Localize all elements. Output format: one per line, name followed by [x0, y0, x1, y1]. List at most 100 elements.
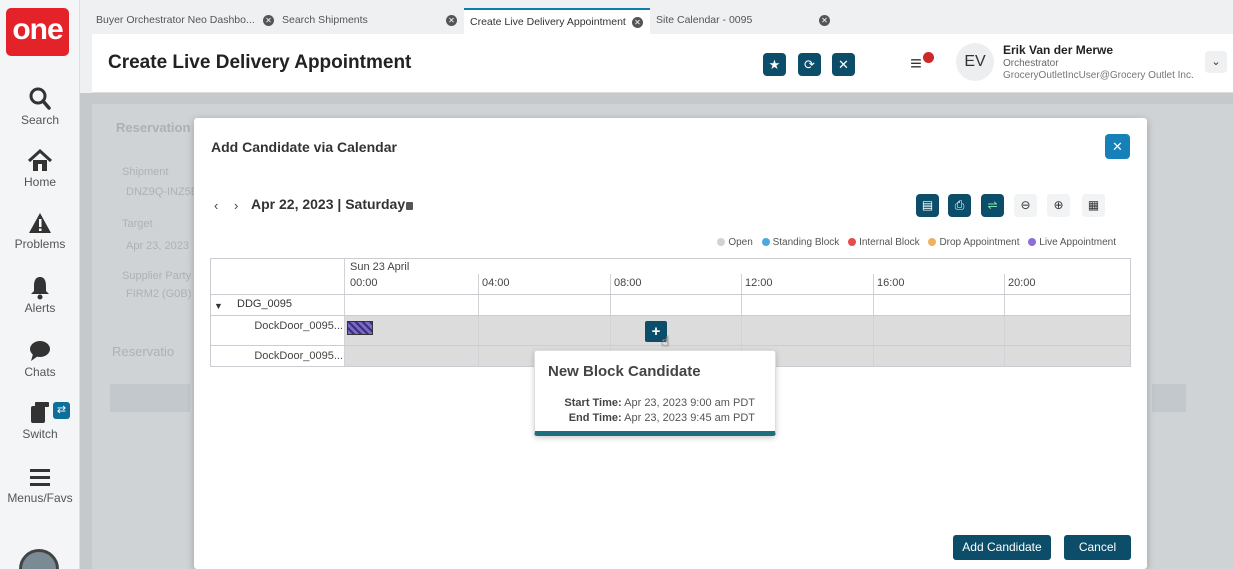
hand-cursor-icon: ☝ [661, 333, 670, 349]
favorite-button[interactable]: ★ [763, 53, 786, 76]
day-label: Sun 23 April [350, 261, 410, 273]
tab-label: Search Shipments [282, 14, 368, 26]
user-email: GroceryOutletIncUser@Grocery Outlet Inc. [1003, 70, 1194, 81]
home-icon [27, 148, 53, 171]
user-role: Orchestrator [1003, 58, 1059, 69]
tooltip-title: New Block Candidate [548, 363, 701, 380]
tab-search-shipments[interactable]: Search Shipments ✕ [276, 8, 462, 34]
close-icon: ✕ [838, 57, 849, 72]
calendar-button[interactable]: ▦ [1082, 194, 1105, 217]
left-nav: one Search Home Problems Alerts Chats Sw… [0, 0, 80, 569]
warning-icon [29, 213, 51, 233]
nav-label: Switch [22, 427, 58, 441]
nav-label: Problems [14, 237, 66, 251]
close-icon[interactable]: ✕ [819, 15, 830, 26]
time-tick: 16:00 [877, 277, 905, 289]
chevron-right-icon: › [234, 198, 239, 213]
user-menu-toggle[interactable]: ⌄ [1205, 51, 1227, 73]
add-candidate-modal: Add Candidate via Calendar ✕ ‹ › Apr 22,… [194, 118, 1147, 569]
refresh-button[interactable]: ⟳ [798, 53, 821, 76]
chat-icon [30, 341, 50, 361]
nav-label: Home [23, 175, 56, 189]
legend-label: Live Appointment [1039, 237, 1116, 248]
grid-row-line [211, 294, 1130, 295]
nav-chats[interactable]: Chats [0, 338, 80, 379]
legend-dot-drop [928, 238, 937, 246]
chevron-left-icon: ‹ [214, 198, 219, 213]
settings-toggle-button[interactable]: ⇌ [981, 194, 1004, 217]
tab-label: Site Calendar - 0095 [656, 14, 753, 26]
cancel-button[interactable]: Cancel [1064, 535, 1131, 560]
page-header: Create Live Delivery Appointment ★ ⟳ ✕ ≡… [92, 34, 1233, 93]
close-icon[interactable]: ✕ [446, 15, 457, 26]
legend-label: Open [728, 237, 753, 248]
zoom-out-button[interactable]: ⊖ [1014, 194, 1037, 217]
legend-dot-live [1028, 238, 1037, 246]
legend-dot-standing [761, 238, 770, 246]
time-tick: 00:00 [350, 277, 378, 289]
legend-label: Internal Block [859, 237, 920, 248]
dock-door-row-label: DockDoor_0095... [254, 350, 343, 362]
plus-icon: + [651, 323, 661, 340]
print-button[interactable]: ⎙ [948, 194, 971, 217]
one-logo[interactable]: one [6, 8, 69, 56]
tooltip-end: End Time: Apr 23, 2023 9:45 am PDT [569, 412, 755, 424]
nav-label: Alerts [24, 301, 56, 315]
legend-dot-open [717, 238, 726, 246]
time-tick: 04:00 [482, 277, 510, 289]
zoom-in-icon: ⊕ [1053, 198, 1064, 212]
grid-row-line [211, 315, 1130, 316]
nav-label: Chats [24, 365, 56, 379]
tab-buyer-dashboard[interactable]: Buyer Orchestrator Neo Dashbo... ✕ [90, 8, 280, 34]
nav-menus-favs[interactable]: Menus/Favs [0, 464, 80, 505]
collapse-toggle-icon[interactable]: ▼ [214, 301, 223, 311]
document-icon: ▤ [921, 198, 934, 212]
grid-row-line [211, 345, 1130, 346]
list-view-button[interactable]: ▤ [916, 194, 939, 217]
print-icon: ⎙ [954, 198, 965, 212]
refresh-icon: ⟳ [804, 57, 815, 72]
nav-problems[interactable]: Problems [0, 210, 80, 251]
nav-search[interactable]: Search [0, 86, 80, 127]
zoom-in-button[interactable]: ⊕ [1047, 194, 1070, 217]
time-tick: 12:00 [745, 277, 773, 289]
prev-day-button[interactable]: ‹ [214, 198, 218, 213]
legend: Open Standing Block Internal Block Drop … [711, 237, 1116, 248]
group-label: DDG_0095 [237, 298, 293, 310]
close-icon: ✕ [1112, 139, 1123, 154]
legend-label: Standing Block [772, 237, 840, 248]
assistant-avatar[interactable] [19, 549, 59, 569]
notification-badge-icon[interactable] [921, 50, 936, 65]
start-time-label: Start Time: [564, 397, 622, 409]
zoom-out-icon: ⊖ [1020, 198, 1031, 212]
switch-icon [31, 402, 49, 423]
next-day-button[interactable]: › [234, 198, 238, 213]
tab-label: Buyer Orchestrator Neo Dashbo... [96, 14, 255, 26]
close-page-button[interactable]: ✕ [832, 53, 855, 76]
current-date-label: Apr 22, 2023 | Saturday [251, 196, 406, 212]
close-icon[interactable]: ✕ [632, 17, 643, 28]
star-icon: ★ [768, 57, 781, 72]
user-name: Erik Van der Merwe [1003, 43, 1114, 57]
calendar-picker-icon[interactable] [406, 202, 413, 210]
live-appointment-block[interactable] [347, 321, 373, 335]
toggle-icon: ⇌ [987, 198, 998, 212]
tab-label: Create Live Delivery Appointment [470, 16, 626, 28]
nav-alerts[interactable]: Alerts [0, 274, 80, 315]
close-icon[interactable]: ✕ [263, 15, 274, 26]
time-tick: 08:00 [614, 277, 642, 289]
nav-label: Search [20, 113, 60, 127]
user-avatar[interactable]: EV [956, 43, 994, 81]
grid-line [873, 274, 874, 366]
chevron-down-icon: ⌄ [1211, 56, 1221, 68]
nav-home[interactable]: Home [0, 148, 80, 189]
modal-close-button[interactable]: ✕ [1105, 134, 1130, 159]
tab-create-live-delivery[interactable]: Create Live Delivery Appointment ✕ [464, 8, 650, 34]
tab-site-calendar[interactable]: Site Calendar - 0095 ✕ [650, 8, 836, 34]
calendar-icon: ▦ [1087, 198, 1100, 212]
end-time-value: Apr 23, 2023 9:45 am PDT [624, 412, 755, 424]
add-candidate-button[interactable]: Add Candidate [953, 535, 1051, 560]
tooltip-start: Start Time: Apr 23, 2023 9:00 am PDT [564, 397, 755, 409]
grid-line [478, 274, 479, 366]
end-time-label: End Time: [568, 412, 622, 424]
